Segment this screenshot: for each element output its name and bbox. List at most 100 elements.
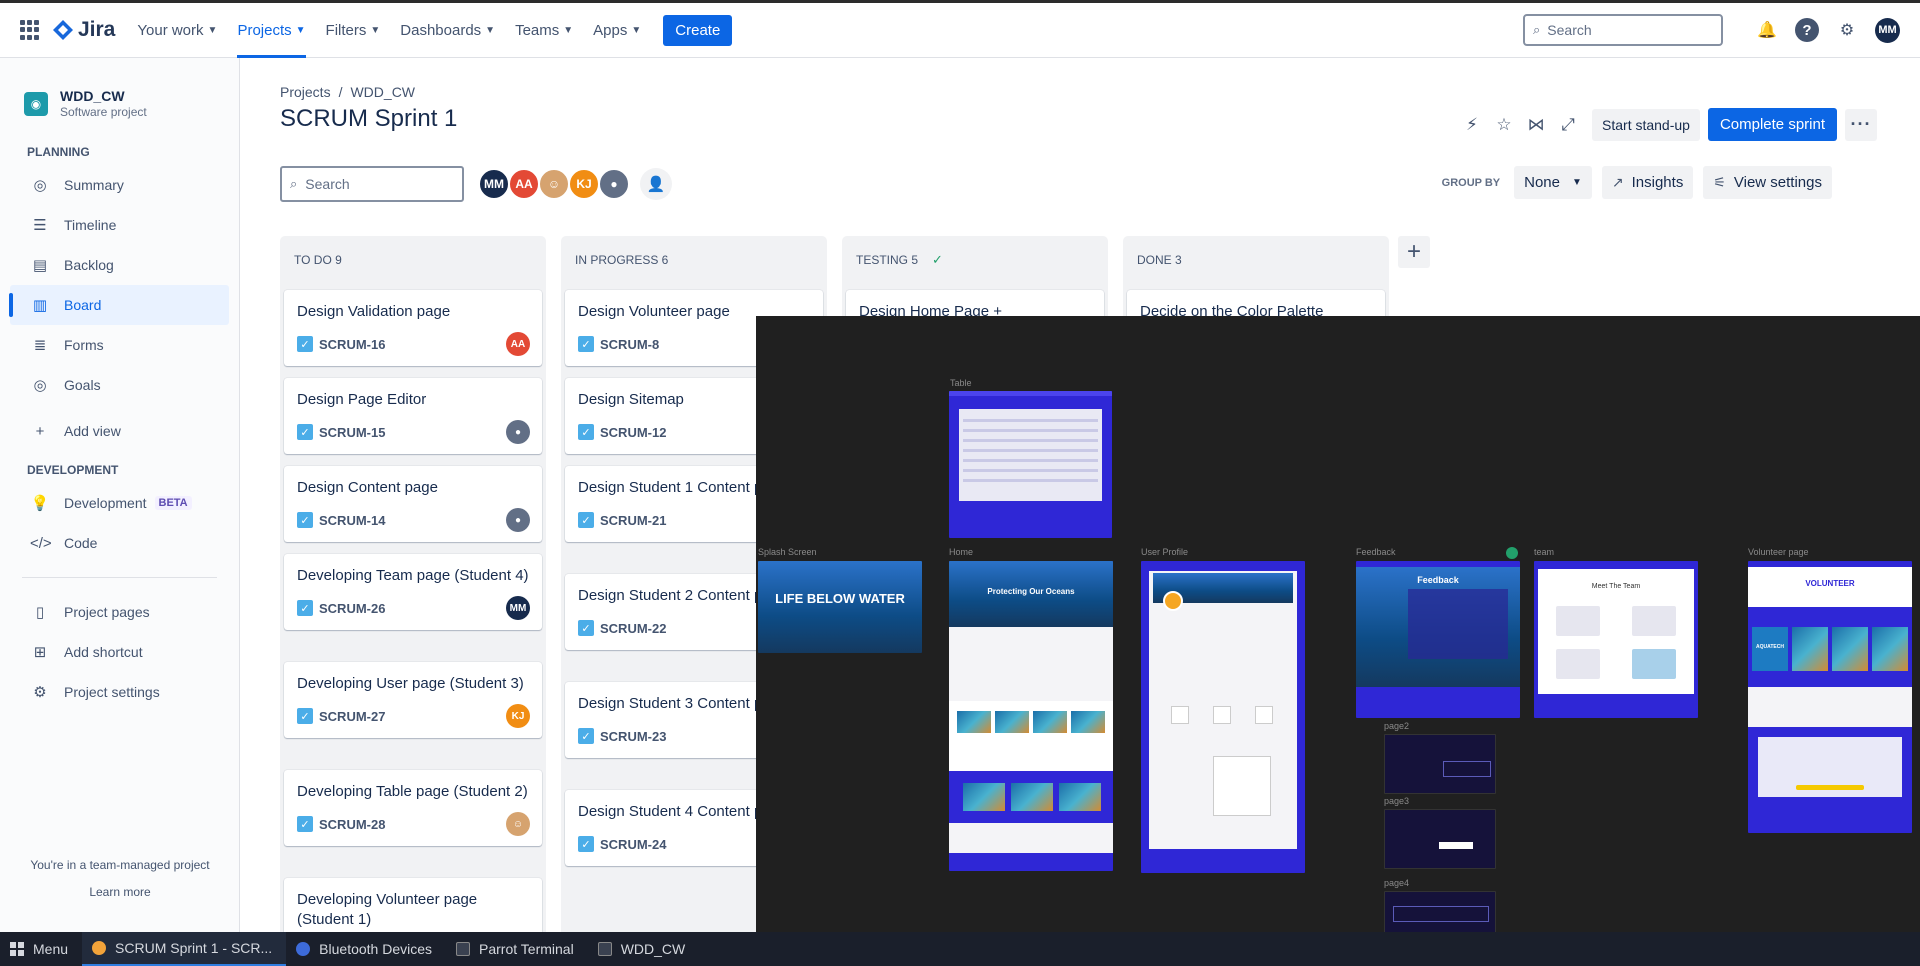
issue-key: SCRUM-28 [319,816,386,832]
unassigned-avatar-icon[interactable]: ● [506,420,530,444]
table-frame-thumbnail[interactable] [949,391,1112,538]
breadcrumb-project[interactable]: WDD_CW [350,84,415,100]
card-footer: ✓ SCRUM-15 ● [297,420,530,444]
design-tool-window[interactable]: Table Splash Screen LIFE BELOW WATER Hom… [756,316,1920,966]
user-avatar[interactable]: MM [1875,17,1900,43]
lightning-icon[interactable]: ⚡ [1456,109,1488,141]
star-icon[interactable]: ☆ [1488,109,1520,141]
card-footer: ✓ SCRUM-14 ● [297,508,530,532]
frame-label: page2 [1384,721,1410,731]
feedback-frame-thumbnail[interactable]: Feedback [1356,561,1520,718]
sidebar-item-label: Code [64,535,98,551]
nav-apps[interactable]: Apps ▼ [593,2,641,58]
issue-key: SCRUM-12 [600,424,667,440]
home-hero-heading: Protecting Our Oceans [987,587,1075,596]
team-frame-thumbnail[interactable]: Meet The Team [1534,561,1698,718]
sidebar-item-label: Summary [64,177,124,193]
issue-card[interactable]: Design Content page ✓ SCRUM-14 ● [284,466,542,542]
breadcrumb-projects[interactable]: Projects [280,84,331,100]
bluetooth-icon [296,942,311,956]
avatar[interactable]: KJ [568,168,600,200]
sidebar-item-summary[interactable]: ◎ Summary [0,165,239,205]
group-by-select[interactable]: None ▼ [1514,166,1592,199]
home-frame-thumbnail[interactable]: Protecting Our Oceans [949,561,1113,871]
board-search-input[interactable]: ⌕ Search [280,166,464,202]
page3-frame-thumbnail[interactable] [1384,809,1496,869]
image-thumbnail [1872,627,1908,671]
avatar-unassigned-icon[interactable]: ● [598,168,630,200]
submit-button [1796,785,1864,790]
splash-frame-thumbnail[interactable]: LIFE BELOW WATER [758,561,922,653]
gear-icon: ⚙ [33,684,47,701]
global-search-input[interactable]: ⌕ Search [1523,14,1723,46]
view-settings-button[interactable]: ⚟ View settings [1703,166,1832,199]
nav-teams[interactable]: Teams ▼ [515,2,573,58]
assignee-photo-avatar[interactable]: ☺ [506,812,530,836]
sidebar-item-development[interactable]: 💡 Development BETA [0,483,239,523]
breadcrumb: Projects / WDD_CW [280,84,1920,100]
nav-filters[interactable]: Filters ▼ [326,2,381,58]
unassigned-avatar-icon[interactable]: ● [506,508,530,532]
sidebar-item-project-settings[interactable]: ⚙ Project settings [0,672,239,712]
sidebar-item-code[interactable]: </> Code [0,523,239,563]
volunteer-frame-thumbnail[interactable]: VOLUNTEER AQUATECH [1748,561,1912,833]
sidebar-item-add-shortcut[interactable]: ⊞ Add shortcut [0,632,239,672]
sidebar-divider [22,577,217,578]
project-header[interactable]: ◉ WDD_CW Software project [0,58,239,119]
sidebar-item-forms[interactable]: ≣ Forms [0,325,239,365]
add-view-button[interactable]: + Add view [0,411,239,451]
complete-sprint-button[interactable]: Complete sprint [1707,108,1837,141]
jira-logo[interactable]: Jira [52,18,115,42]
image-thumbnail [957,711,991,733]
page2-frame-thumbnail[interactable] [1384,734,1496,794]
insights-button[interactable]: ↗ Insights [1601,166,1694,199]
avatar[interactable]: AA [508,168,540,200]
start-standup-button[interactable]: Start stand-up [1592,108,1700,141]
table-row [963,419,1098,422]
taskbar-item-bluetooth[interactable]: Bluetooth Devices [286,932,446,966]
issue-card[interactable]: Design Page Editor ✓ SCRUM-15 ● [284,378,542,454]
user-profile-frame-thumbnail[interactable] [1141,561,1305,873]
assignee-avatar[interactable]: KJ [506,704,530,728]
notifications-icon[interactable]: 🔔 [1755,18,1779,42]
expand-icon[interactable]: ⤢ [1552,109,1584,141]
sidebar-item-board[interactable]: ▥ Board [9,285,229,325]
avatar[interactable]: MM [478,168,510,200]
sidebar-item-label: Project settings [64,684,160,700]
sidebar-item-backlog[interactable]: ▤ Backlog [0,245,239,285]
issue-card[interactable]: Developing Table page (Student 2) ✓ SCRUM… [284,770,542,846]
assignee-avatar[interactable]: MM [506,596,530,620]
learn-more-link[interactable]: Learn more [0,885,240,899]
start-menu-button[interactable]: Menu [0,932,82,966]
settings-gear-icon[interactable]: ⚙ [1835,18,1859,42]
board-icon: ▥ [32,297,48,314]
add-column-button[interactable]: + [1398,236,1430,268]
nav-your-work[interactable]: Your work ▼ [137,2,217,58]
image-thumbnail [1033,711,1067,733]
more-actions-icon[interactable]: ··· [1845,108,1877,141]
sidebar-item-timeline[interactable]: ☰ Timeline [0,205,239,245]
create-button[interactable]: Create [663,14,733,46]
sidebar-item-project-pages[interactable]: ▯ Project pages [0,592,239,632]
issue-key: SCRUM-21 [600,512,667,528]
taskbar-item-terminal[interactable]: Parrot Terminal [446,932,588,966]
taskbar-item-browser[interactable]: SCRUM Sprint 1 - SCR... [82,932,287,966]
avatar-photo[interactable]: ☺ [538,168,570,200]
share-icon[interactable]: ⋈ [1520,109,1552,141]
app-switcher-icon[interactable] [20,20,40,40]
nav-projects[interactable]: Projects ▼ [237,2,306,58]
home-cta-section [949,823,1113,853]
table-row [963,429,1098,432]
taskbar-item-wdd[interactable]: WDD_CW [588,932,700,966]
story-checkbox-icon: ✓ [578,336,594,352]
help-icon[interactable]: ? [1795,18,1819,42]
card-title: Developing Volunteer page (Student 1) [297,891,478,928]
issue-card[interactable]: Design Validation page ✓ SCRUM-16 AA [284,290,542,366]
chevron-down-icon: ▼ [207,24,218,36]
add-people-icon[interactable]: 👤 [640,168,672,200]
nav-dashboards[interactable]: Dashboards ▼ [400,2,495,58]
sidebar-item-goals[interactable]: ◎ Goals [0,365,239,405]
issue-card[interactable]: Developing User page (Student 3) ✓ SCRUM-… [284,662,542,738]
assignee-avatar[interactable]: AA [506,332,530,356]
issue-card[interactable]: Developing Team page (Student 4) ✓ SCRUM-… [284,554,542,630]
